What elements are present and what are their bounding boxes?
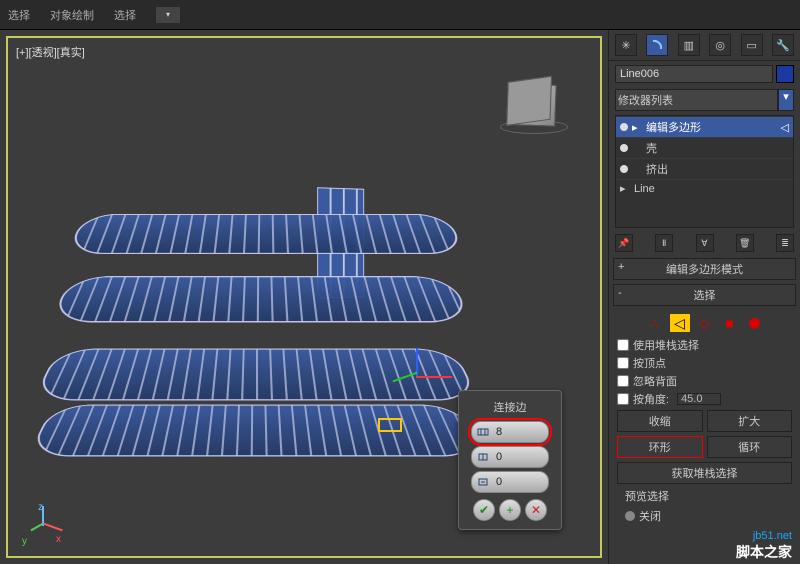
bulb-icon[interactable] (620, 144, 628, 152)
menu-object-paint[interactable]: 对象绘制 (50, 7, 94, 23)
ignore-backfacing-check[interactable] (617, 375, 629, 387)
hierarchy-panel-icon[interactable]: ▥ (678, 34, 700, 56)
stack-item-label: 编辑多边形 (646, 119, 701, 135)
expand-icon[interactable]: ▸ (620, 182, 630, 195)
subobj-edge-icon[interactable]: ◁ (670, 314, 690, 332)
pinch-value: 0 (490, 451, 544, 463)
transform-gizmo[interactable] (388, 348, 448, 408)
preview-off-radio[interactable] (625, 511, 635, 521)
pinch-icon (476, 450, 490, 464)
segments-icon (476, 425, 490, 439)
slide-value: 0 (490, 476, 544, 488)
model-geometry (36, 198, 486, 488)
connect-edges-caddy: 连接边 8 0 0 ✔ + ✕ (458, 390, 562, 530)
show-end-result-icon[interactable]: Ⅱ (655, 234, 673, 252)
by-vertex-check[interactable] (617, 357, 629, 369)
object-color-swatch[interactable] (776, 65, 794, 83)
shrink-button[interactable]: 收缩 (617, 410, 703, 432)
loop-button[interactable]: 循环 (707, 436, 793, 458)
world-axis-tripod: z x y (28, 506, 68, 546)
use-stack-selection-check[interactable] (617, 339, 629, 351)
toolbar-dropdown[interactable] (156, 7, 180, 23)
stack-item-label: 挤出 (646, 161, 668, 177)
slide-spinner[interactable]: 0 (471, 471, 549, 493)
object-name-input[interactable] (615, 65, 773, 83)
modifier-list-dropdown[interactable]: ▾ (778, 89, 794, 111)
slide-icon (476, 475, 490, 489)
motion-panel-icon[interactable]: ◎ (709, 34, 731, 56)
subobj-vertex-icon[interactable]: ∴ (645, 314, 665, 332)
preview-off-label: 关闭 (639, 508, 661, 524)
watermark: jb51.net 脚本之家 (736, 530, 792, 562)
ignore-backfacing-label: 忽略背面 (633, 373, 677, 389)
subobj-element-icon[interactable]: ⬢ (745, 314, 765, 332)
pin-stack-icon[interactable]: 📌 (615, 234, 633, 252)
menu-select[interactable]: 选择 (8, 7, 30, 23)
rollout-selection[interactable]: - 选择 (613, 284, 796, 306)
grow-button[interactable]: 扩大 (707, 410, 793, 432)
get-stack-selection-button[interactable]: 获取堆栈选择 (617, 462, 792, 484)
caddy-cancel-button[interactable]: ✕ (525, 499, 547, 521)
bulb-icon[interactable] (620, 165, 628, 173)
segments-spinner[interactable]: 8 (471, 421, 549, 443)
bulb-icon[interactable] (620, 123, 628, 131)
ring-button[interactable]: 环形 (617, 436, 703, 458)
by-angle-check[interactable] (617, 393, 629, 405)
stack-extrude[interactable]: 挤出 (616, 158, 793, 179)
subobject-arrow-icon: ◁ (781, 121, 789, 134)
stack-shell[interactable]: 壳 (616, 137, 793, 158)
display-panel-icon[interactable]: ▭ (741, 34, 763, 56)
top-menu-bar: 选择 对象绘制 选择 (0, 0, 800, 30)
modify-panel-icon[interactable] (646, 34, 668, 56)
command-panel: ✳ ▥ ◎ ▭ 🔧 修改器列表 ▾ ▸ 编辑多边形 ◁ 壳 (608, 30, 800, 564)
viewport-label[interactable]: [+][透视][真实] (16, 44, 85, 60)
rollout-edit-poly-mode[interactable]: + 编辑多边形模式 (613, 258, 796, 280)
utilities-panel-icon[interactable]: 🔧 (772, 34, 794, 56)
use-stack-selection-label: 使用堆栈选择 (633, 337, 699, 353)
by-angle-label: 按角度: (633, 391, 669, 407)
pinch-spinner[interactable]: 0 (471, 446, 549, 468)
segments-value: 8 (490, 426, 544, 438)
view-cube[interactable] (500, 78, 570, 148)
stack-edit-poly[interactable]: ▸ 编辑多边形 ◁ (616, 116, 793, 137)
by-vertex-label: 按顶点 (633, 355, 666, 371)
configure-sets-icon[interactable]: ≣ (776, 234, 794, 252)
by-angle-value[interactable] (677, 393, 721, 405)
modifier-list-label: 修改器列表 (615, 89, 778, 111)
perspective-viewport[interactable]: [+][透视][真实] 连接边 8 (6, 36, 602, 558)
caddy-ok-button[interactable]: ✔ (473, 499, 495, 521)
stack-item-label: 壳 (646, 140, 657, 156)
stack-item-label: Line (634, 183, 655, 195)
create-panel-icon[interactable]: ✳ (615, 34, 637, 56)
menu-selection[interactable]: 选择 (114, 7, 136, 23)
preview-selection-label: 预览选择 (625, 488, 669, 504)
subobj-polygon-icon[interactable]: ■ (720, 314, 740, 332)
caddy-title: 连接边 (471, 399, 549, 415)
expand-icon[interactable]: ▸ (632, 121, 642, 134)
selection-marquee (378, 418, 402, 432)
stack-line[interactable]: ▸ Line (616, 179, 793, 197)
caddy-apply-button[interactable]: + (499, 499, 521, 521)
subobj-border-icon[interactable]: ◇ (695, 314, 715, 332)
modifier-stack[interactable]: ▸ 编辑多边形 ◁ 壳 挤出 ▸ Line (615, 115, 794, 228)
remove-modifier-icon[interactable]: 🗑 (736, 234, 754, 252)
make-unique-icon[interactable]: ∀ (696, 234, 714, 252)
